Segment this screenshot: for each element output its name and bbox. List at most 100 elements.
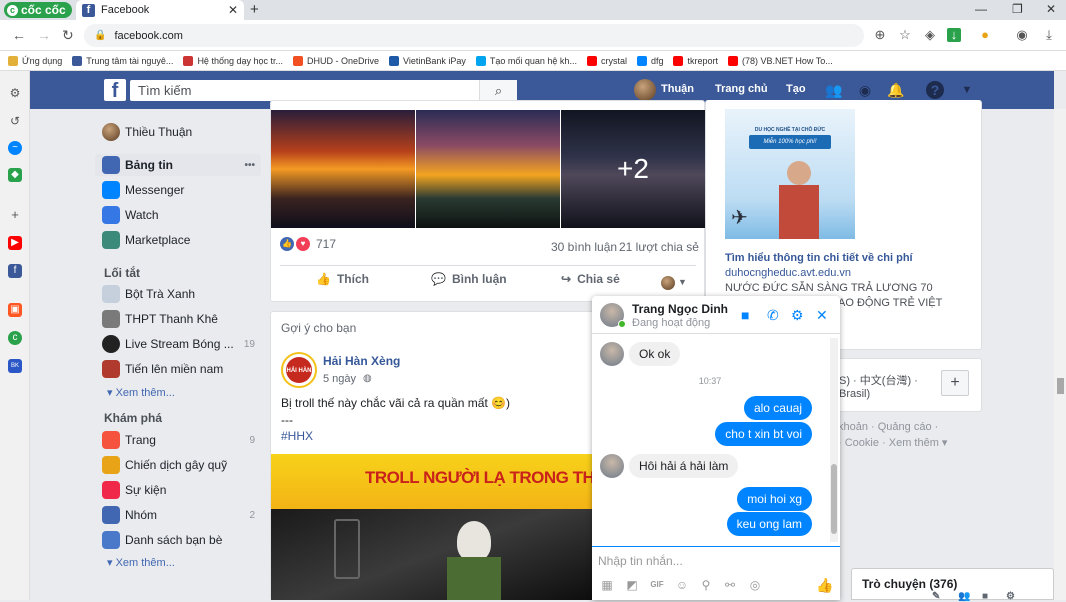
explore-see-more-link[interactable]: ▾ Xem thêm... bbox=[107, 556, 175, 569]
shares-count[interactable]: 21 lượt chia sẻ bbox=[619, 240, 699, 254]
url-field[interactable]: 🔒 facebook.com bbox=[84, 24, 864, 47]
language-link-brasil[interactable]: Brasil) bbox=[839, 388, 870, 400]
camera-icon[interactable]: ◎ bbox=[748, 578, 762, 592]
maximize-button[interactable]: ❐ bbox=[1012, 2, 1023, 16]
explore-item[interactable]: Chiến dịch gây quỹ bbox=[95, 454, 261, 476]
explore-item[interactable]: Trang 9 bbox=[95, 429, 261, 451]
shortcut-item[interactable]: Live Stream Bóng ... 19 bbox=[95, 333, 261, 355]
game-controller-icon[interactable]: ◆ bbox=[8, 168, 22, 182]
footer-links[interactable]: khoản · Quảng cáo · bbox=[838, 421, 938, 433]
outgoing-message[interactable]: cho t xin bt voi bbox=[715, 422, 812, 446]
bookmark-item[interactable]: crystal bbox=[586, 55, 627, 66]
back-arrow-icon[interactable]: ← bbox=[12, 27, 26, 43]
avatar[interactable] bbox=[661, 276, 675, 290]
profile-nav-item[interactable]: Thiều Thuận bbox=[95, 121, 261, 143]
page-name-link[interactable]: Hải Hàn Xèng bbox=[323, 354, 400, 368]
avatar[interactable] bbox=[634, 79, 656, 101]
sidebar-item-newsfeed[interactable]: Bảng tin ••• bbox=[95, 154, 261, 176]
facebook-sidebar-icon[interactable]: f bbox=[8, 264, 22, 278]
shield-icon[interactable]: ◈ bbox=[923, 28, 937, 42]
close-icon[interactable]: ✕ bbox=[816, 307, 828, 324]
sidebar-item-messenger[interactable]: Messenger bbox=[95, 179, 261, 201]
like-button[interactable]: 👍 Thích bbox=[316, 272, 369, 286]
chevron-down-icon[interactable]: ▼ bbox=[958, 81, 976, 99]
comment-button[interactable]: 💬 Bình luận bbox=[431, 272, 507, 286]
create-link[interactable]: Tạo bbox=[786, 83, 806, 95]
settings-gear-icon[interactable]: ⚙ bbox=[791, 307, 804, 324]
facebook-logo-icon[interactable]: f bbox=[104, 79, 126, 102]
sunset-photo-1[interactable] bbox=[271, 110, 415, 228]
bookmark-star-icon[interactable]: ☆ bbox=[898, 28, 912, 42]
sunset-photo-2[interactable] bbox=[416, 110, 560, 228]
profile-link[interactable]: Thuận bbox=[661, 83, 694, 95]
messenger-sidebar-icon[interactable]: ~ bbox=[8, 141, 22, 155]
bookmark-item[interactable]: DHUD - OneDrive bbox=[293, 55, 379, 66]
zoom-icon[interactable]: ⊕ bbox=[873, 28, 887, 42]
outgoing-message[interactable]: alo cauaj bbox=[743, 396, 812, 420]
forward-arrow-icon[interactable]: → bbox=[37, 27, 51, 43]
language-links[interactable]: S) · 中文(台灣) · bbox=[839, 372, 918, 388]
bookmark-item[interactable]: Ứng dụng bbox=[8, 55, 62, 66]
add-panel-icon[interactable]: + bbox=[8, 208, 22, 222]
outgoing-message[interactable]: keu ong lam bbox=[726, 512, 812, 536]
download-extension-icon[interactable]: ↓ bbox=[947, 28, 961, 42]
profile-icon[interactable]: ◉ bbox=[1015, 28, 1029, 42]
explore-item[interactable]: Nhóm 2 bbox=[95, 504, 261, 526]
search-input[interactable]: Tìm kiếm bbox=[130, 80, 517, 101]
bookmark-item[interactable]: VietinBank iPay bbox=[389, 55, 466, 66]
sbbk-icon[interactable]: BK bbox=[8, 359, 22, 373]
explore-item[interactable]: Danh sách bạn bè bbox=[95, 529, 261, 551]
reactions-summary[interactable]: 👍 ♥ 717 bbox=[280, 237, 336, 251]
phone-call-icon[interactable]: ✆ bbox=[767, 307, 779, 324]
page-scroll-thumb[interactable] bbox=[1057, 378, 1064, 394]
messenger-header-icon[interactable]: ◉ bbox=[856, 81, 874, 99]
history-icon[interactable]: ↺ bbox=[8, 114, 22, 128]
new-group-icon[interactable]: 👥 bbox=[958, 591, 970, 602]
notifications-bell-icon[interactable]: 🔔 bbox=[887, 81, 905, 99]
incoming-message[interactable]: Ok ok bbox=[629, 342, 681, 366]
settings-gear-icon[interactable]: ⚙ bbox=[8, 86, 22, 100]
shortcut-item[interactable]: THPT Thanh Khê bbox=[95, 308, 261, 330]
bookmark-item[interactable]: dfg bbox=[636, 55, 663, 66]
shortcuts-see-more-link[interactable]: ▾ Xem thêm... bbox=[107, 386, 175, 399]
reload-icon[interactable]: ↻ bbox=[62, 27, 74, 44]
bookmark-item[interactable]: Trung tâm tài nguyê... bbox=[72, 55, 173, 66]
comments-count[interactable]: 30 bình luận bbox=[551, 240, 617, 254]
post-time[interactable]: 5 ngày bbox=[323, 373, 356, 385]
download-icon[interactable]: ⤓ bbox=[1042, 28, 1056, 42]
home-link[interactable]: Trang chủ bbox=[715, 83, 768, 95]
video-icon[interactable]: ■ bbox=[982, 591, 988, 602]
chat-header[interactable]: Trang Ngọc Dinh Đang hoạt động ■ ✆ ⚙ ✕ bbox=[592, 296, 840, 334]
page-avatar[interactable]: HẢI HÀN XÈNG bbox=[281, 352, 317, 388]
tab-facebook[interactable]: f Facebook ✕ bbox=[76, 0, 244, 20]
sticker-icon[interactable]: ◩ bbox=[625, 578, 639, 592]
explore-item[interactable]: Sự kiện bbox=[95, 479, 261, 501]
chat-list-bar[interactable]: Trò chuyện (376) ✎ 👥 ■ ⚙ bbox=[851, 568, 1054, 602]
video-call-icon[interactable]: ■ bbox=[741, 307, 749, 323]
coccoc-icon[interactable]: c bbox=[8, 331, 22, 345]
page-scrollbar[interactable] bbox=[1054, 109, 1066, 600]
sidebar-item-watch[interactable]: Watch bbox=[95, 204, 261, 226]
sidebar-item-marketplace[interactable]: Marketplace bbox=[95, 229, 261, 251]
video-thumbnail[interactable] bbox=[271, 509, 594, 600]
emoji-icon[interactable]: ☺ bbox=[675, 578, 689, 592]
ad-domain[interactable]: duhocngheduc.avt.edu.vn bbox=[725, 267, 851, 279]
incoming-message[interactable]: Hôi hải á hải làm bbox=[629, 454, 739, 478]
tab-close-icon[interactable]: ✕ bbox=[228, 3, 238, 17]
photo-icon[interactable]: ▦ bbox=[600, 578, 614, 592]
add-language-button[interactable]: + bbox=[941, 370, 969, 396]
footer-links[interactable]: · Cookie · Xem thêm ▾ bbox=[838, 436, 947, 449]
shortcut-item[interactable]: Bột Trà Xanh bbox=[95, 283, 261, 305]
friend-requests-icon[interactable]: 👥 bbox=[825, 81, 843, 99]
gif-icon[interactable]: GIF bbox=[650, 578, 664, 592]
search-icon[interactable]: ⌕ bbox=[479, 80, 517, 101]
minimize-button[interactable]: — bbox=[975, 2, 987, 16]
new-tab-button[interactable]: + bbox=[250, 1, 259, 18]
settings-gear-icon[interactable]: ⚙ bbox=[1006, 591, 1015, 602]
hashtag-link[interactable]: #HHX bbox=[281, 429, 313, 443]
bookmark-item[interactable]: (78) VB.NET How To... bbox=[728, 55, 833, 66]
audience-dropdown-icon[interactable]: ▼ bbox=[678, 277, 687, 287]
sunset-photo-3[interactable]: +2 bbox=[561, 110, 705, 228]
message-input[interactable]: Nhập tin nhắn... bbox=[598, 554, 828, 568]
compose-icon[interactable]: ✎ bbox=[932, 591, 940, 602]
